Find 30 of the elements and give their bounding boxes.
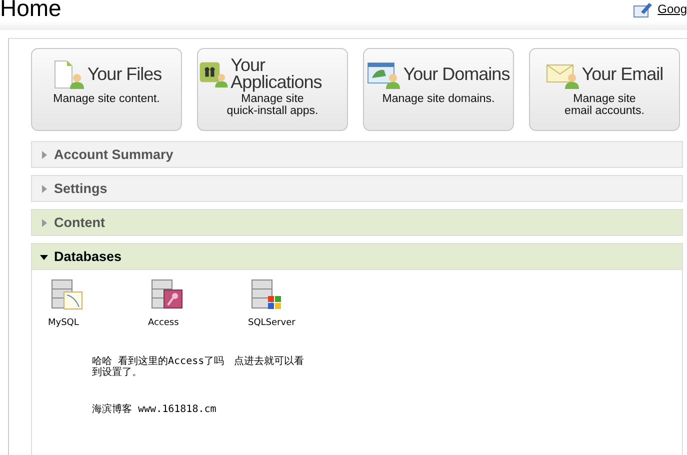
database-item[interactable]: SQLServer	[248, 278, 348, 328]
sqlserver-database-icon	[250, 278, 284, 310]
caret-right-icon	[40, 184, 48, 192]
section-header[interactable]: Databases	[31, 243, 683, 270]
page-title: Home	[0, 0, 62, 18]
caret-right-icon	[40, 150, 48, 158]
note-text: 海滨博客 www.161818.cm	[92, 404, 218, 415]
database-item[interactable]: MySQL	[48, 278, 148, 328]
caret-right-icon	[40, 218, 48, 226]
section-header[interactable]: Content	[31, 209, 683, 236]
card-description: Manage site domains.	[382, 93, 495, 105]
card-title: Your Files	[87, 66, 162, 82]
section-header[interactable]: Account Summary	[31, 141, 683, 168]
section-header[interactable]: Settings	[31, 175, 683, 202]
caret-down-icon	[40, 252, 48, 260]
section-card[interactable]: Your Files Manage site content.	[31, 48, 182, 131]
card-title: Your Domains	[403, 66, 510, 82]
access-database-icon	[150, 278, 184, 310]
section-card[interactable]: Your Domains Manage site domains.	[363, 48, 514, 131]
database-item[interactable]: Access	[148, 278, 248, 328]
section-card[interactable]: Your Applications Manage site quick-install apps.	[197, 48, 348, 131]
card-title: Your Applications	[230, 57, 323, 91]
mysql-database-icon	[50, 278, 84, 310]
card-description: Manage site quick-install apps.	[226, 93, 318, 117]
top-link[interactable]: Goog	[632, 0, 687, 18]
card-description: Manage site content.	[53, 93, 160, 105]
note-text: 哈哈 看到这里的Access了吗 点进去就可以看到设置了。	[92, 356, 306, 378]
card-title: Your Email	[582, 66, 664, 82]
card-description: Manage site email accounts.	[564, 93, 644, 117]
section-card[interactable]: Your Email Manage site email accounts.	[529, 48, 680, 131]
